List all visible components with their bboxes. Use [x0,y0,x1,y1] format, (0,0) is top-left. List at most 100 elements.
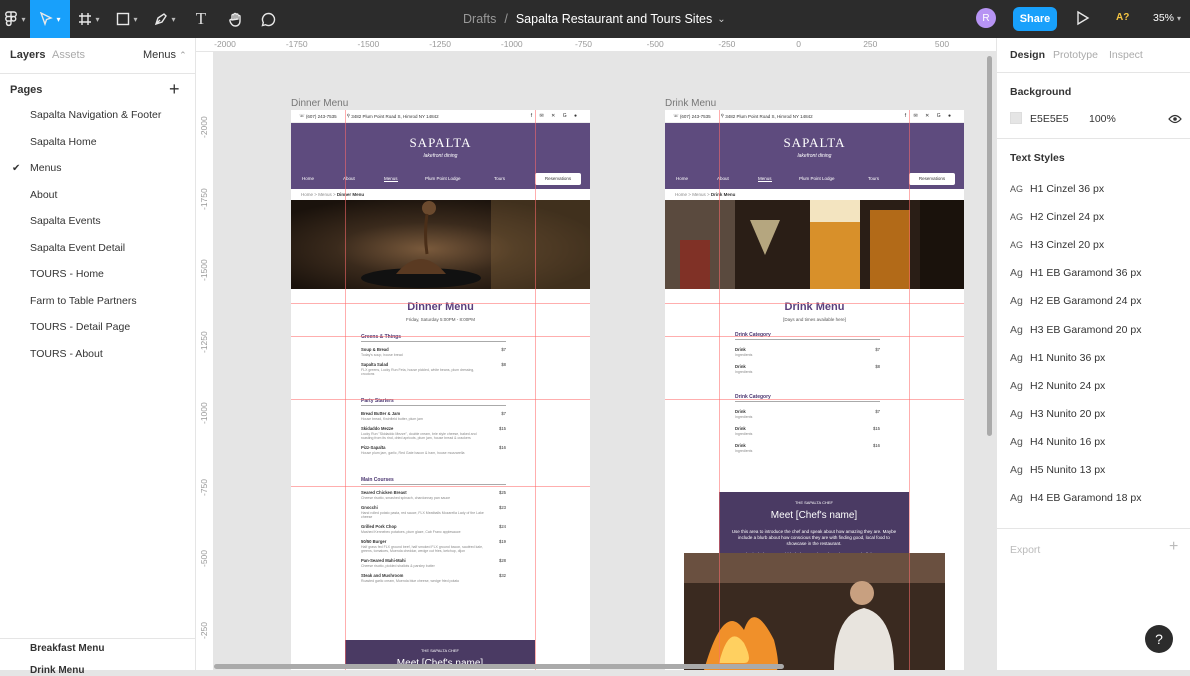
nav-menus[interactable]: Menus [384,176,398,182]
page-item[interactable]: Sapalta Events [30,215,101,227]
menu-section: Drink Category Drink Ingredients $7 Drink Ing… [735,394,880,453]
move-tool-button[interactable]: ▾ [30,0,70,38]
ruler-tick-label: -1500 [357,39,380,49]
page-item[interactable]: TOURS - About [30,348,103,360]
chef-blurb-1: Use this area to introduce the chef and … [731,529,897,546]
text-style-name: H5 Nunito 13 px [1030,464,1106,476]
text-style-item[interactable]: AG H3 Cinzel 20 px [1010,239,1104,251]
ruler-tick-label: -1750 [199,187,209,210]
nav-home[interactable]: Home [676,176,688,181]
canvas[interactable]: Dinner Menu Drink Menu ☏ (607) 243-7535 … [214,52,996,670]
background-hex[interactable]: E5E5E5 [1030,113,1069,125]
play-icon[interactable] [1073,9,1091,27]
text-style-name: H3 Nunito 20 px [1030,407,1106,420]
text-style-item[interactable]: Ag H1 EB Garamond 36 px [1010,267,1141,279]
page-dropdown[interactable]: Menus ⌃ [143,49,187,61]
zoom-level: 35% [1153,12,1175,24]
page-item[interactable]: TOURS - Home [30,268,104,280]
text-style-item[interactable]: Ag H1 Nunito 36 px [1010,352,1105,364]
chevron-down-icon: ▾ [21,14,26,24]
shape-tool-button[interactable]: ▾ [108,0,146,38]
accessibility-button[interactable]: A? [1116,12,1129,23]
page-item[interactable]: About [30,189,57,201]
menu-item-description: Cheese risotto, pickled shallots & parsl… [361,564,435,568]
text-style-item[interactable]: Ag H2 Nunito 24 px [1010,380,1105,392]
avatar[interactable]: R [976,8,996,28]
page-item[interactable]: Sapalta Home [30,136,97,148]
reservations-button[interactable]: Reservations [535,173,581,185]
text-style-name: H4 EB Garamond 18 px [1030,492,1142,505]
breadcrumb-folder[interactable]: Drafts [463,12,496,26]
crumb-home[interactable]: Home [301,192,313,197]
background-header: Background [1010,86,1072,98]
frame-tool-button[interactable]: ▾ [70,0,108,38]
nav-tours[interactable]: Tours [494,176,505,181]
comment-tool-button[interactable] [252,0,284,38]
crumb-menus[interactable]: Menus [692,192,706,197]
add-page-button[interactable]: + [169,79,180,100]
main-menu-button[interactable]: ▾ [0,0,30,38]
eye-icon[interactable] [1168,114,1182,124]
text-style-item[interactable]: Ag H5 Nunito 13 px [1010,464,1105,476]
pen-tool-button[interactable]: ▾ [146,0,184,38]
page-item[interactable]: TOURS - Detail Page [30,321,130,333]
nav-tours[interactable]: Tours [868,176,879,181]
text-style-item[interactable]: Ag H3 Nunito 20 px [1010,408,1105,420]
background-opacity[interactable]: 100% [1089,113,1116,125]
address: 3482 Plum Point Road S, Himrod NY 14842 [725,113,813,119]
frame-drink-menu[interactable]: ☏ (607) 243-7535 ⚲ 3482 Plum Point Road … [665,110,964,670]
text-tool-button[interactable]: T [184,0,218,38]
chevron-down-icon[interactable]: ⌄ [717,14,725,25]
hero-image-dessert [291,200,590,289]
nav-plum-point-lodge[interactable]: Plum Point Lodge [425,176,461,181]
section-heading-text: Main Courses [361,477,398,483]
hand-tool-button[interactable] [218,0,252,38]
ruler-tick-label: -500 [646,39,664,49]
file-name[interactable]: Sapalta Restaurant and Tours Sites [516,12,712,26]
background-swatch[interactable] [1010,112,1022,124]
text-style-item[interactable]: AG H1 Cinzel 36 px [1010,183,1104,195]
text-style-item[interactable]: AG H2 Cinzel 24 px [1010,211,1104,223]
help-button[interactable]: ? [1145,625,1173,653]
horizontal-scrollbar[interactable] [214,664,784,669]
crumb-home[interactable]: Home [675,192,687,197]
layer-drink-menu[interactable]: Drink Menu [30,665,84,676]
text-style-item[interactable]: Ag H4 Nunito 16 px [1010,436,1105,448]
tab-design[interactable]: Design [1010,49,1045,61]
frame-icon [79,13,92,25]
reservations-button[interactable]: Reservations [909,173,955,185]
nav-plum-point-lodge[interactable]: Plum Point Lodge [799,176,835,181]
text-style-item[interactable]: Ag H2 EB Garamond 24 px [1010,295,1141,307]
layer-breakfast-menu[interactable]: Breakfast Menu [30,643,104,654]
tab-prototype[interactable]: Prototype [1053,49,1098,61]
tab-inspect[interactable]: Inspect [1109,49,1143,61]
frame-label-drink[interactable]: Drink Menu [665,98,716,109]
frame-label-dinner[interactable]: Dinner Menu [291,98,348,109]
chevron-down-icon: ▾ [1177,14,1182,23]
frame-dinner-menu[interactable]: ☏ (607) 243-7535 ⚲ 3482 Plum Point Road … [291,110,590,670]
tab-layers[interactable]: Layers [10,49,45,61]
section-heading: Drink Category [735,394,880,402]
menu-sections: Drink Category Drink Ingredients $7 Drink Ing… [665,332,964,453]
nav-menus[interactable]: Menus [758,176,772,182]
phone: (607) 243-7535 [305,113,337,119]
share-button[interactable]: Share [1013,7,1057,31]
vertical-scrollbar[interactable] [987,56,992,436]
menu-item: Skidaddo Mezze Lucky Run "Skidaddo Mezze"… [361,426,506,440]
menu-item-name: Steak and Mushroom [361,573,404,578]
page-breadcrumb: Home > Menus > Drink Menu [665,189,964,200]
crumb-menus[interactable]: Menus [318,192,332,197]
tab-assets[interactable]: Assets [52,49,85,61]
ruler-tick-label: -1750 [285,39,308,49]
page-item[interactable]: Farm to Table Partners [30,295,137,307]
nav-home[interactable]: Home [302,176,314,181]
add-export-button[interactable]: + [1169,538,1178,556]
text-style-icon: Ag [1010,323,1023,336]
text-style-item[interactable]: Ag H3 EB Garamond 20 px [1010,324,1141,336]
page-item[interactable]: Sapalta Event Detail [30,242,125,254]
page-item[interactable]: Menus [30,162,62,174]
zoom-dropdown[interactable]: 35% ▾ [1153,12,1181,24]
site-nav: Home About Menus Plum Point Lodge Tours … [291,173,590,185]
page-item[interactable]: Sapalta Navigation & Footer [30,109,161,121]
text-style-item[interactable]: Ag H4 EB Garamond 18 px [1010,492,1141,504]
